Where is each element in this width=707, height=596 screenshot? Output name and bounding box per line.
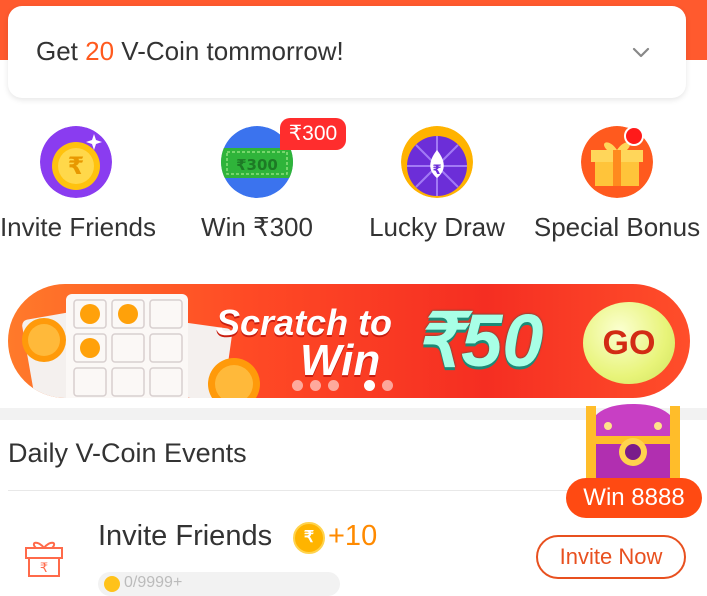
invite-friends-icon: ₹ [40, 126, 112, 198]
chevron-down-icon[interactable] [632, 46, 650, 60]
banner-amount: ₹50 [414, 299, 544, 382]
quick-action-label: Lucky Draw [369, 212, 505, 242]
quick-action-special-bonus[interactable]: Special Bonus [527, 120, 707, 250]
progress-text: 0/9999+ [124, 574, 183, 591]
progress-coin-icon [104, 576, 120, 592]
chest-win-badge[interactable]: Win 8888 [566, 478, 702, 518]
coin-notice-amount: 20 [85, 36, 115, 66]
event-reward: +10 [328, 520, 378, 552]
carousel-dot-active[interactable] [364, 380, 375, 391]
coin-notice-card[interactable]: Get 20 V-Coin tommorrow! [8, 6, 686, 98]
coin-icon: ₹ [293, 522, 325, 554]
carousel-dot[interactable] [382, 380, 393, 391]
svg-text:₹: ₹ [40, 561, 48, 576]
svg-text:₹: ₹ [68, 152, 85, 180]
notification-dot [624, 126, 644, 146]
banner-win-text: Win [300, 336, 381, 385]
carousel-dot[interactable] [310, 380, 321, 391]
quick-action-lucky-draw[interactable]: ₹ Lucky Draw [347, 120, 527, 250]
quick-action-label: Special Bonus [533, 212, 701, 242]
lucky-draw-wheel-icon: ₹ [401, 126, 473, 198]
carousel-dot[interactable] [292, 380, 303, 391]
go-button[interactable]: GO [583, 302, 675, 384]
win-badge: ₹300 [280, 118, 346, 150]
coin-notice-text: Get 20 V-Coin tommorrow! [36, 36, 344, 66]
cash-note-text: ₹300 [236, 156, 278, 174]
invite-now-button[interactable]: Invite Now [536, 535, 686, 579]
quick-action-label: Win ₹300 [201, 212, 313, 242]
quick-action-label: Invite Friends [0, 212, 157, 242]
section-title: Daily V-Coin Events [8, 438, 247, 468]
quick-action-invite-friends[interactable]: ₹ Invite Friends [0, 120, 168, 250]
carousel-dot[interactable] [328, 380, 339, 391]
svg-text:₹: ₹ [432, 163, 441, 178]
gift-icon: ₹ [25, 541, 63, 577]
event-title: Invite Friends [98, 520, 273, 552]
